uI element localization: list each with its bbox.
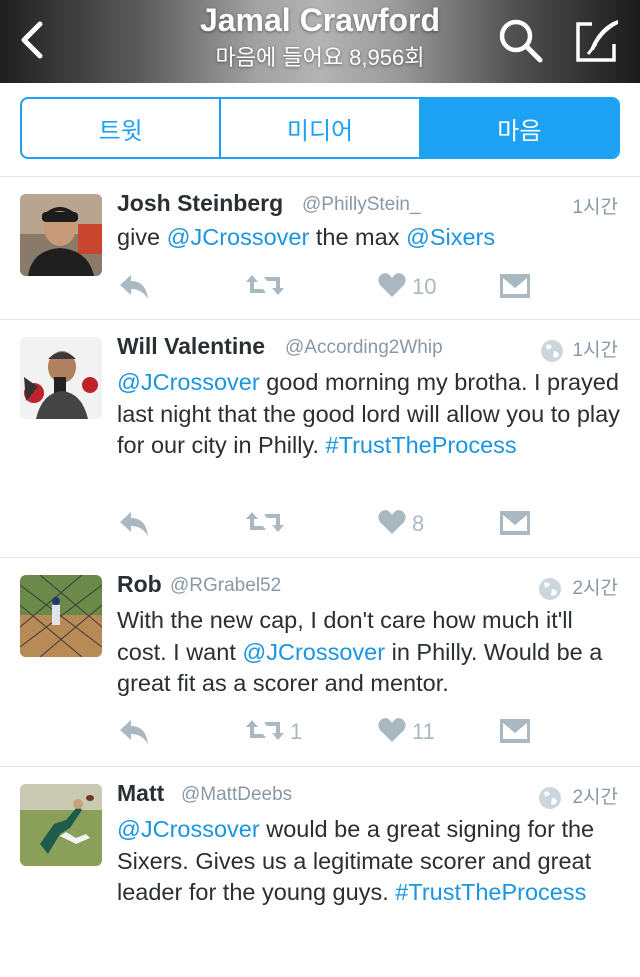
retweet-button[interactable] <box>246 269 290 305</box>
tweet-author-handle: @According2Whip <box>285 337 443 358</box>
mention-link[interactable]: @JCrossover <box>167 224 310 250</box>
hashtag-link[interactable]: #TrustTheProcess <box>395 879 586 905</box>
tweet-item[interactable]: Will Valentine @According2Whip 1시간 @JCro… <box>0 320 640 558</box>
tweet-item[interactable]: Rob @RGrabel52 2시간 With the new cap, I d… <box>0 558 640 767</box>
retweet-icon <box>246 716 284 749</box>
heart-icon <box>378 717 406 748</box>
reply-icon[interactable] <box>118 506 150 542</box>
globe-icon <box>540 339 564 363</box>
tweet-text: With the new cap, I don't care how much … <box>117 605 622 700</box>
retweet-button[interactable] <box>246 506 290 542</box>
tweet-time: 2시간 <box>572 578 618 599</box>
tweet-time: 2시간 <box>572 787 618 808</box>
tweet-author-handle: @MattDeebs <box>181 784 293 805</box>
profile-tabs: 트윗 미디어 마음 <box>20 97 620 159</box>
dm-icon[interactable] <box>500 506 530 542</box>
tweet-time: 1시간 <box>572 340 618 361</box>
like-count: 11 <box>412 719 435 744</box>
hashtag-link[interactable]: #TrustTheProcess <box>326 432 517 458</box>
reply-icon[interactable] <box>118 714 150 750</box>
tab-tweets[interactable]: 트윗 <box>22 99 222 157</box>
tab-likes[interactable]: 마음 <box>420 99 618 157</box>
like-button[interactable]: 8 <box>378 506 424 542</box>
tweet-text: @JCrossover good morning my brotha. I pr… <box>117 367 622 462</box>
retweet-icon <box>246 508 284 541</box>
tweet-item[interactable]: Matt @MattDeebs 2시간 @JCrossover would be… <box>0 767 640 977</box>
page-title: Jamal Crawford <box>199 2 441 38</box>
mention-link[interactable]: @Sixers <box>406 224 495 250</box>
tweet-author-name[interactable]: Rob <box>117 571 162 598</box>
tweet-author-name[interactable]: Will Valentine <box>117 333 265 360</box>
mention-link[interactable]: @JCrossover <box>242 639 385 665</box>
tweet-actions: 10 <box>0 269 640 305</box>
globe-icon <box>538 786 562 810</box>
tweet-actions: 8 <box>0 506 640 542</box>
tweet-author-name[interactable]: Matt <box>117 780 164 807</box>
retweet-button[interactable]: 1 <box>246 714 302 750</box>
tweet-text: @JCrossover would be a great signing for… <box>117 814 622 909</box>
likes-count-subtitle: 마음에 들어요 8,956회 <box>215 45 425 70</box>
text-segment: the max <box>309 224 406 250</box>
like-count: 10 <box>412 274 437 299</box>
dm-icon[interactable] <box>500 269 530 305</box>
tweet-item[interactable]: Josh Steinberg @PhillyStein_ 1시간 give @J… <box>0 177 640 320</box>
heart-icon <box>378 509 406 540</box>
tweet-text: give @JCrossover the max @Sixers <box>117 222 622 254</box>
avatar[interactable] <box>20 337 102 419</box>
like-button[interactable]: 10 <box>378 269 436 305</box>
dm-icon[interactable] <box>500 714 530 750</box>
tweet-author-handle: @PhillyStein_ <box>302 194 421 215</box>
text-segment: give <box>117 224 167 250</box>
avatar[interactable] <box>20 784 102 866</box>
profile-header: Jamal Crawford 마음에 들어요 8,956회 <box>0 0 640 83</box>
like-count: 8 <box>412 511 425 536</box>
like-button[interactable]: 11 <box>378 714 435 750</box>
back-chevron-icon[interactable] <box>16 18 50 62</box>
tweet-author-name[interactable]: Josh Steinberg <box>117 190 283 217</box>
avatar[interactable] <box>20 575 102 657</box>
mention-link[interactable]: @JCrossover <box>117 816 260 842</box>
mention-link[interactable]: @JCrossover <box>117 369 260 395</box>
tweet-time: 1시간 <box>572 197 618 218</box>
compose-icon[interactable] <box>570 14 624 68</box>
tweet-author-handle: @RGrabel52 <box>170 575 282 596</box>
retweet-icon <box>246 271 284 304</box>
retweet-count: 1 <box>290 719 303 744</box>
tweet-actions: 1 11 <box>0 714 640 750</box>
avatar[interactable] <box>20 194 102 276</box>
reply-icon[interactable] <box>118 269 150 305</box>
tab-media[interactable]: 미디어 <box>221 99 421 157</box>
globe-icon <box>538 577 562 601</box>
search-icon[interactable] <box>494 14 548 68</box>
heart-icon <box>378 272 406 303</box>
